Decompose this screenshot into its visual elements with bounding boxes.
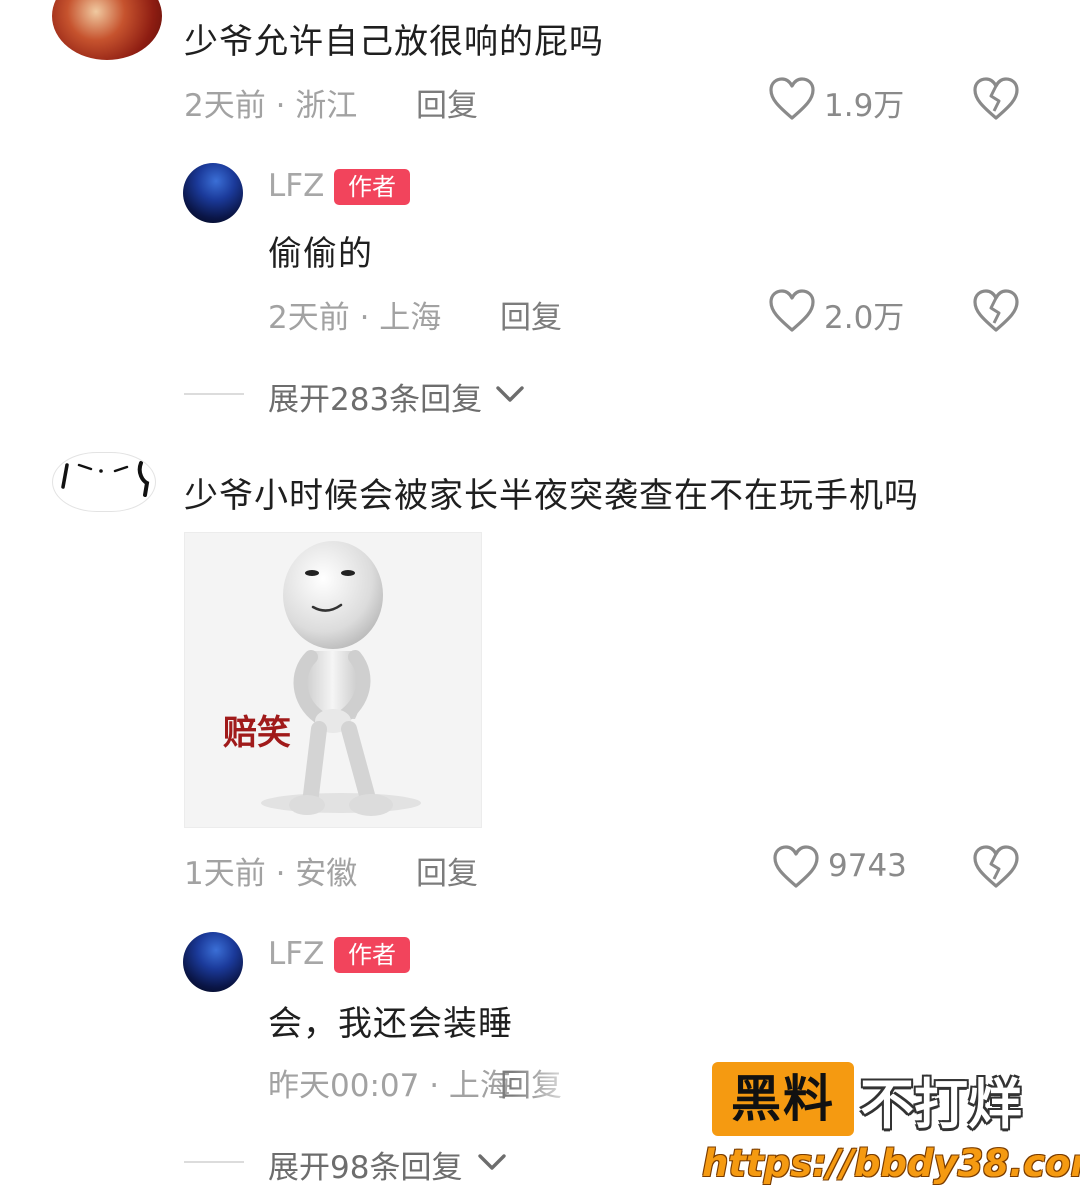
watermark-url: https://bbdy38.com (702, 1142, 1080, 1185)
sticker-label: 赔笑 (223, 713, 291, 753)
expand-divider (184, 1161, 244, 1163)
like-count: 2.0万 (824, 300, 905, 336)
reply-button[interactable]: 回复 (500, 292, 562, 337)
comment-meta: 1天前 · 安徽 (184, 856, 358, 892)
heart-outline-icon[interactable] (772, 844, 820, 890)
broken-heart-icon[interactable] (972, 76, 1020, 122)
chevron-down-icon[interactable] (476, 1150, 508, 1174)
chevron-down-icon[interactable] (494, 382, 526, 406)
watermark-fade (512, 1000, 632, 1100)
reply-text: 会，我还会装睡 (268, 1004, 513, 1044)
reply-meta: 昨天00:07 · 上海 (268, 1068, 511, 1104)
author-avatar[interactable] (183, 163, 243, 223)
heart-outline-icon[interactable] (768, 288, 816, 334)
like-count: 1.9万 (824, 88, 905, 124)
author-badge: 作者 (334, 169, 410, 205)
commenter-avatar[interactable] (52, 0, 162, 60)
expand-replies-button[interactable]: 展开98条回复 (268, 1142, 462, 1187)
like-count: 9743 (828, 848, 907, 884)
broken-heart-icon[interactable] (972, 844, 1020, 890)
watermark-logo: 黑料 (712, 1062, 854, 1136)
commenter-avatar[interactable] (52, 452, 156, 512)
reply-button[interactable]: 回复 (416, 80, 478, 125)
broken-heart-icon[interactable] (972, 288, 1020, 334)
sticker-image[interactable]: 赔笑 (184, 532, 482, 828)
author-username[interactable]: LFZ (268, 168, 324, 204)
expand-divider (184, 393, 244, 395)
reply-meta: 2天前 · 上海 (268, 300, 442, 336)
watermark-text: 不打烊 (860, 1073, 1022, 1136)
comment-text: 少爷小时候会被家长半夜突袭查在不在玩手机吗 (184, 476, 919, 516)
comment-meta: 2天前 · 浙江 (184, 88, 358, 124)
comment-text: 少爷允许自己放很响的屁吗 (184, 22, 604, 62)
heart-outline-icon[interactable] (768, 76, 816, 122)
author-badge: 作者 (334, 937, 410, 973)
author-avatar[interactable] (183, 932, 243, 992)
reply-text: 偷偷的 (268, 234, 373, 274)
author-username[interactable]: LFZ (268, 936, 324, 972)
reply-button[interactable]: 回复 (416, 848, 478, 893)
expand-replies-button[interactable]: 展开283条回复 (268, 374, 482, 419)
